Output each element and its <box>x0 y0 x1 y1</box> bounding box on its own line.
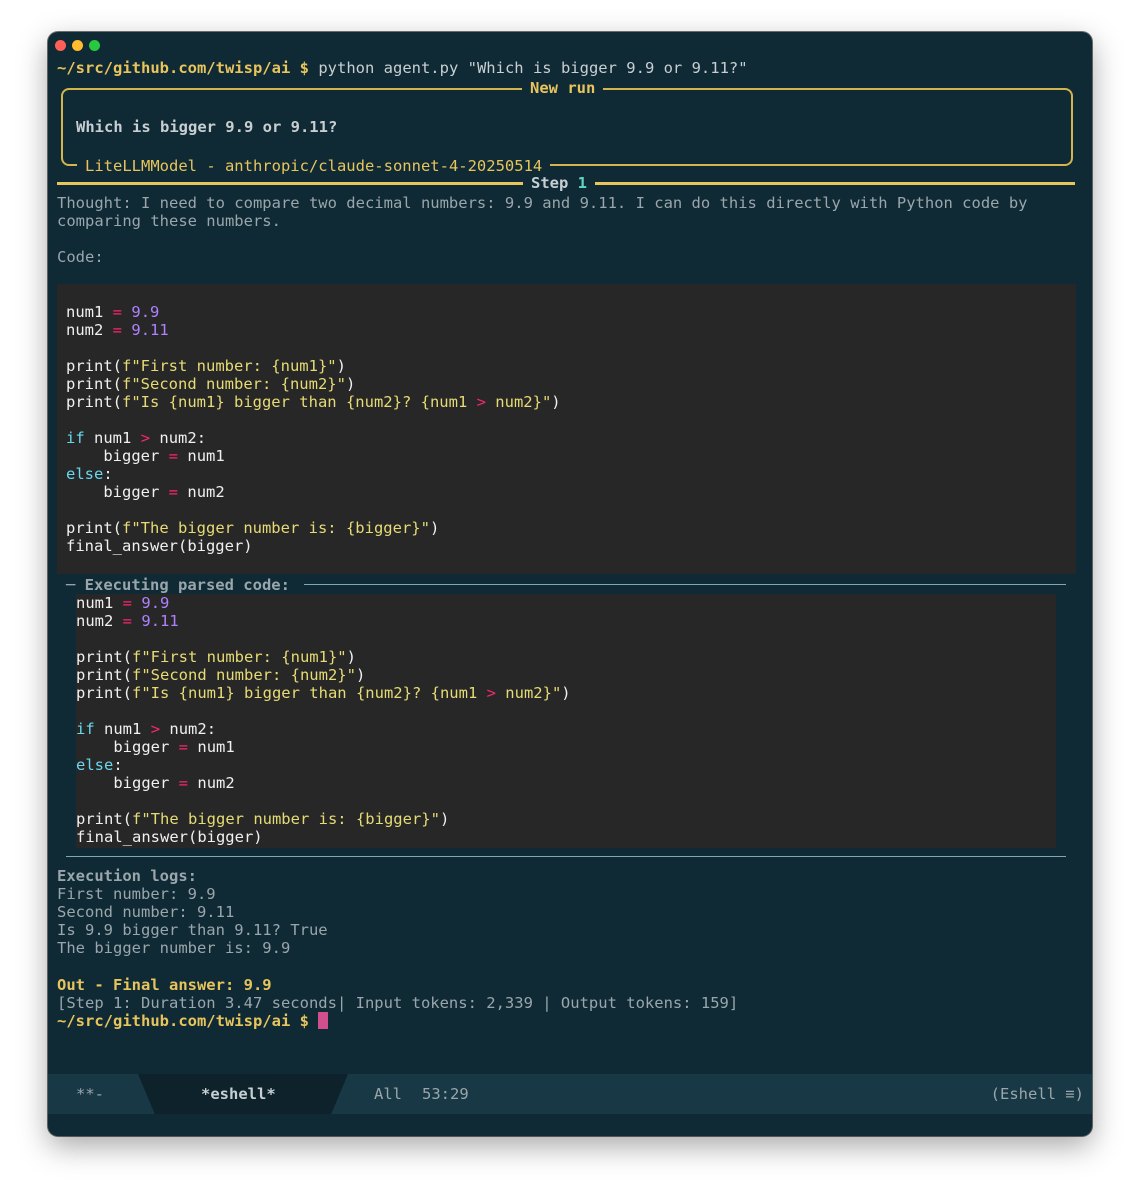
code-line: print(f"The bigger number is: {bigger}") <box>76 810 450 828</box>
major-mode: (Eshell ≡) <box>990 1085 1084 1103</box>
command-line: ~/src/github.com/twisp/ai $ python agent… <box>57 59 748 77</box>
code-line: final_answer(bigger) <box>76 828 263 846</box>
new-run-panel: New run Which is bigger 9.9 or 9.11? Lit… <box>61 79 1073 175</box>
code-line: else: <box>76 756 123 774</box>
code-line: print(f"The bigger number is: {bigger}") <box>66 519 440 537</box>
log-line: Second number: 9.11 <box>57 903 235 921</box>
code-line: final_answer(bigger) <box>66 537 253 555</box>
text-cursor <box>318 1012 329 1029</box>
code-line: num2 = 9.11 <box>66 321 169 339</box>
code-line: num1 = 9.9 <box>66 303 160 321</box>
code-label: Code: <box>57 248 104 266</box>
executing-rule <box>304 584 1066 585</box>
execution-logs-header: Execution logs: <box>57 867 197 885</box>
code-line: print(f"Second number: {num2}") <box>66 375 356 393</box>
executing-header: ─ Executing parsed code: <box>66 576 300 594</box>
step-number: 1 <box>577 174 588 192</box>
code-line: else: <box>66 465 113 483</box>
prompt-symbol: $ <box>299 59 309 77</box>
step-label: Step <box>531 174 569 192</box>
code-line: bigger = num1 <box>103 447 225 465</box>
log-line: Is 9.9 bigger than 9.11? True <box>57 921 328 939</box>
code-line: bigger = num2 <box>103 483 225 501</box>
log-line: First number: 9.9 <box>57 885 216 903</box>
thought-line-2: comparing these numbers. <box>57 212 281 230</box>
prompt-symbol: $ <box>299 1012 309 1030</box>
code-line: print(f"First number: {num1}") <box>76 648 356 666</box>
line-column: 53:29 <box>422 1085 469 1103</box>
final-answer: Out - Final answer: 9.9 <box>57 976 272 994</box>
mode-line: **- *eshell* All 53:29 (Eshell ≡) <box>48 1074 1092 1114</box>
scroll-position: All <box>374 1085 402 1103</box>
step-stats: [Step 1: Duration 3.47 seconds| Input to… <box>57 994 739 1012</box>
new-run-title: New run <box>522 79 604 97</box>
command-text: python agent.py "Which is bigger 9.9 or … <box>318 59 748 77</box>
prompt-path: ~/src/github.com/twisp/ai <box>57 59 291 77</box>
code-line: bigger = num1 <box>113 738 235 756</box>
buffer-name: *eshell* <box>201 1085 276 1103</box>
terminal-window: ~/src/github.com/twisp/ai $ python agent… <box>48 32 1092 1136</box>
code-line: bigger = num2 <box>113 774 235 792</box>
code-line: num1 = 9.9 <box>76 594 170 612</box>
prompt-line[interactable]: ~/src/github.com/twisp/ai $ <box>57 1012 329 1030</box>
step-header: Step 1 <box>523 174 596 192</box>
prompt-path: ~/src/github.com/twisp/ai <box>57 1012 291 1030</box>
thought-line-1: Thought: I need to compare two decimal n… <box>57 194 1028 212</box>
code-line: print(f"Second number: {num2}") <box>76 666 366 684</box>
model-label: LiteLLMModel - anthropic/claude-sonnet-4… <box>77 157 551 175</box>
code-line: if num1 > num2: <box>76 720 217 738</box>
zoom-button[interactable] <box>89 40 100 51</box>
code-line: print(f"Is {num1} bigger than {num2}? {n… <box>66 393 561 411</box>
code-line: print(f"First number: {num1}") <box>66 357 346 375</box>
executing-bottom-rule <box>66 856 1066 857</box>
executed-code-block: num1 = 9.9 num2 = 9.11 print(f"First num… <box>76 594 1056 848</box>
close-button[interactable] <box>55 40 66 51</box>
code-line: if num1 > num2: <box>66 429 207 447</box>
modified-indicator: **- <box>76 1085 104 1103</box>
code-line: print(f"Is {num1} bigger than {num2}? {n… <box>76 684 571 702</box>
generated-code-block: num1 = 9.9 num2 = 9.11 print(f"First num… <box>57 284 1076 574</box>
code-line: num2 = 9.11 <box>76 612 179 630</box>
log-line: The bigger number is: 9.9 <box>57 939 291 957</box>
task-text: Which is bigger 9.9 or 9.11? <box>76 118 338 136</box>
minimize-button[interactable] <box>72 40 83 51</box>
